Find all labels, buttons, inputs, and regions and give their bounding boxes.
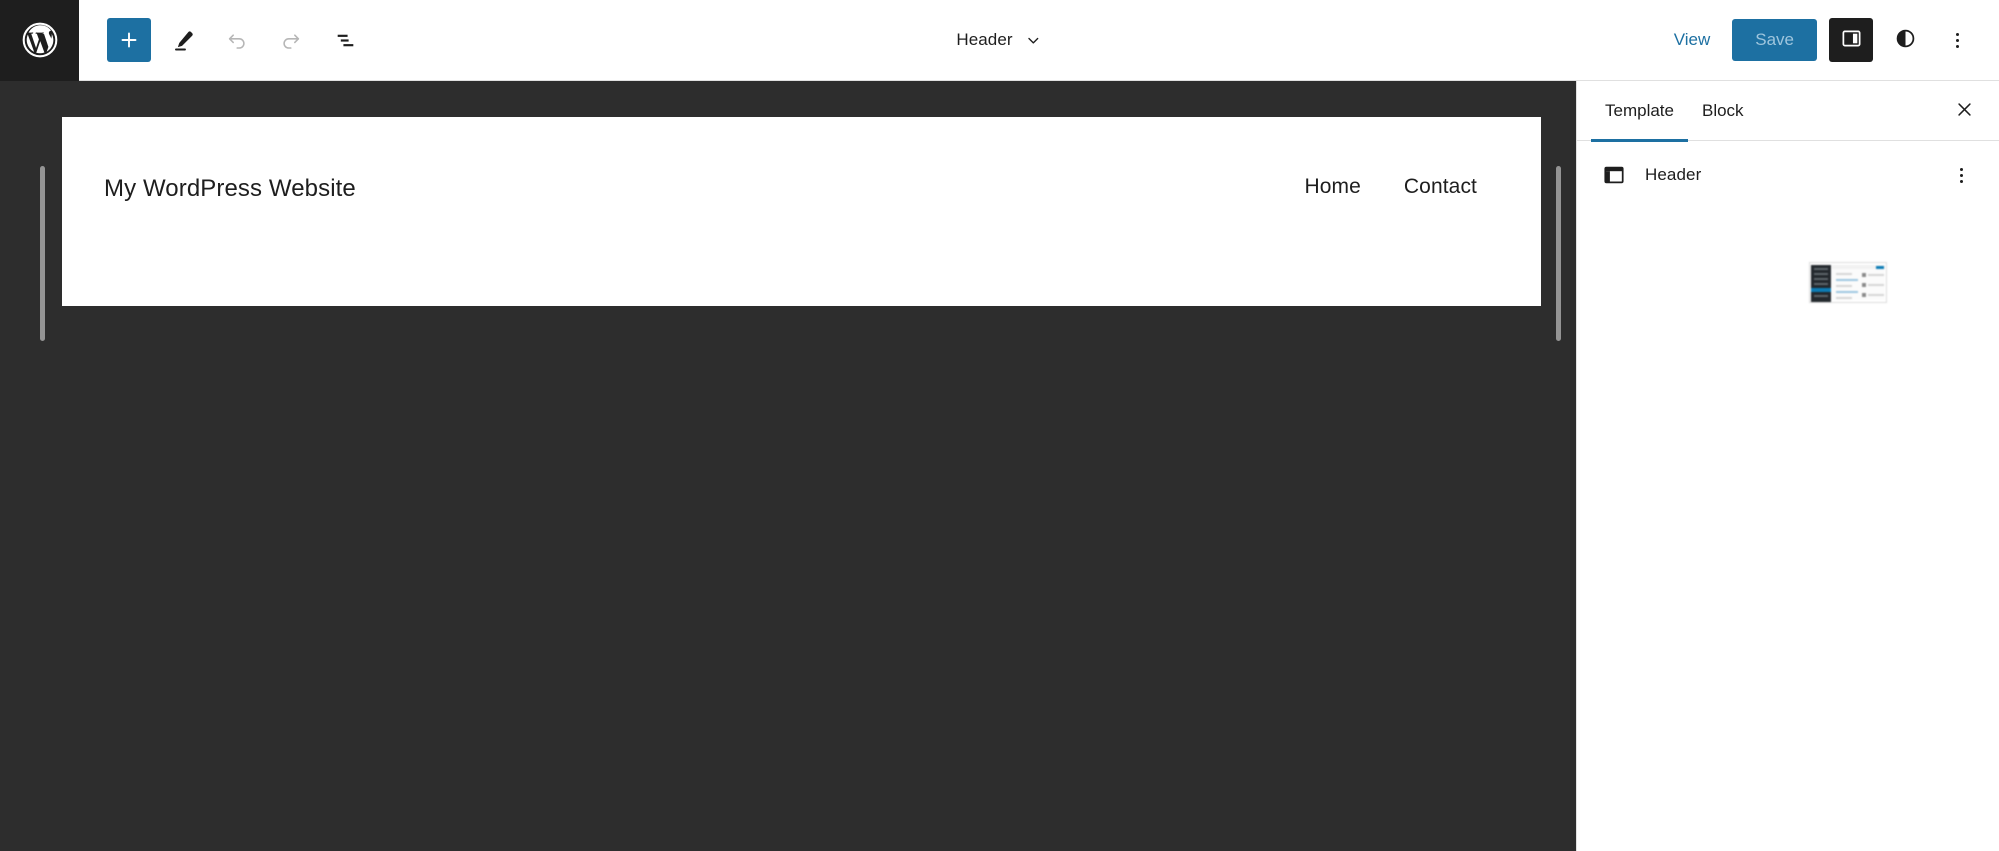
- editor-canvas: My WordPress Website Home Contact: [0, 81, 1576, 851]
- contrast-half-circle-icon: [1893, 26, 1918, 54]
- add-block-button[interactable]: [107, 18, 151, 62]
- toolbar-left-group: [79, 18, 367, 62]
- canvas-inner: My WordPress Website Home Contact: [0, 81, 1576, 851]
- save-button[interactable]: Save: [1732, 19, 1817, 61]
- wordpress-logo-icon: [21, 21, 59, 59]
- settings-sidebar: Template Block Header: [1576, 81, 1999, 851]
- undo-arrow-icon: [225, 28, 249, 52]
- block-options-button[interactable]: [1941, 155, 1981, 195]
- close-x-icon: [1954, 99, 1975, 123]
- vertical-three-dots-icon: [1959, 167, 1963, 183]
- template-preview-thumbnail: [1809, 262, 1887, 303]
- vertical-three-dots-icon: [1955, 32, 1959, 48]
- header-layout-icon: [1601, 162, 1627, 188]
- document-outline-icon: [333, 28, 358, 53]
- sidebar-block-row[interactable]: Header: [1577, 141, 1999, 209]
- edit-mode-button[interactable]: [161, 18, 205, 62]
- canvas-resize-handle-left[interactable]: [40, 166, 45, 341]
- document-title-button[interactable]: Header: [946, 24, 1052, 56]
- site-navigation: Home Contact: [1305, 175, 1498, 199]
- document-title-label: Header: [956, 30, 1013, 49]
- list-view-button[interactable]: [323, 18, 367, 62]
- redo-arrow-icon: [279, 28, 303, 52]
- undo-button[interactable]: [215, 18, 259, 62]
- redo-button[interactable]: [269, 18, 313, 62]
- settings-panel-icon: [1839, 26, 1864, 54]
- plus-icon: [117, 28, 141, 52]
- canvas-resize-handle-right[interactable]: [1556, 166, 1561, 341]
- site-editor-app: Header View Save My WordPress Website Ho…: [0, 0, 1999, 851]
- styles-button[interactable]: [1885, 18, 1925, 62]
- sidebar-content: [1577, 209, 1999, 851]
- editor-toolbar: Header View Save: [0, 0, 1999, 81]
- toolbar-right-group: View Save: [1664, 18, 1999, 62]
- site-preview-frame: My WordPress Website Home Contact: [62, 117, 1541, 306]
- site-title[interactable]: My WordPress Website: [104, 175, 356, 203]
- wordpress-logo-button[interactable]: [0, 0, 79, 81]
- nav-item-home[interactable]: Home: [1305, 175, 1361, 199]
- view-button[interactable]: View: [1664, 22, 1721, 58]
- settings-sidebar-toggle-button[interactable]: [1829, 18, 1873, 62]
- tab-block[interactable]: Block: [1688, 81, 1758, 141]
- sidebar-block-name: Header: [1645, 165, 1702, 184]
- nav-item-contact[interactable]: Contact: [1404, 175, 1477, 199]
- sidebar-tabs: Template Block: [1577, 81, 1999, 142]
- pencil-edit-icon: [171, 28, 196, 53]
- chevron-down-icon: [1024, 31, 1043, 50]
- header-block[interactable]: My WordPress Website Home Contact: [62, 117, 1541, 306]
- more-options-button[interactable]: [1937, 18, 1977, 62]
- editor-body: My WordPress Website Home Contact Templa…: [0, 81, 1999, 851]
- close-sidebar-button[interactable]: [1943, 90, 1985, 132]
- tab-template[interactable]: Template: [1591, 81, 1688, 142]
